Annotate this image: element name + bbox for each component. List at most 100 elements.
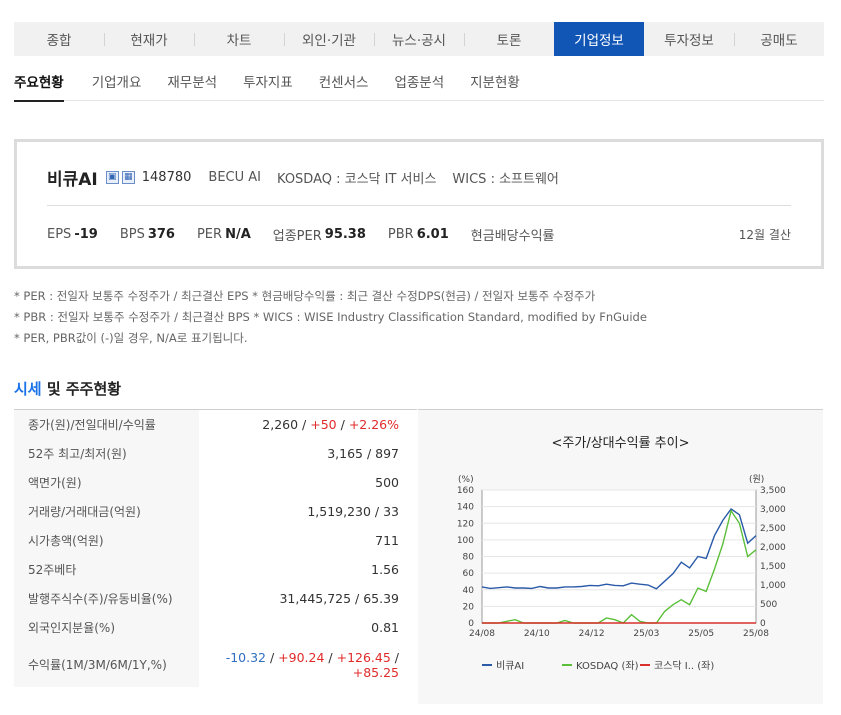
right-axis-tick-label: 3,500 bbox=[760, 486, 786, 496]
price-chart-panel: <주가/상대수익률 추이> 0 20 40 60 80 100 120 140 160 0 500 1… bbox=[418, 409, 823, 704]
tab-news-disclosure[interactable]: 뉴스·공시 bbox=[374, 22, 464, 56]
right-axis-tick-label: 1,000 bbox=[760, 581, 786, 591]
row-value: 1.56 bbox=[371, 562, 399, 577]
row-label: 발행주식수(주)/유동비율(%) bbox=[14, 584, 199, 613]
row-label: 수익률(1M/3M/6M/1Y,%) bbox=[14, 642, 199, 687]
tab-company-info[interactable]: 기업정보 bbox=[554, 22, 644, 56]
left-axis-tick-label: 160 bbox=[457, 486, 474, 496]
x-axis-tick-label: 25/03 bbox=[633, 629, 659, 639]
row-label: 거래량/거래대금(억원) bbox=[14, 497, 199, 526]
company-english-name: BECU AI bbox=[208, 169, 261, 185]
row-value: 2,260 / +50 / +2.26% bbox=[199, 417, 417, 432]
x-axis-tick-label: 24/12 bbox=[579, 629, 605, 639]
left-axis-tick-label: 60 bbox=[463, 569, 475, 579]
table-row: 시가총액(억원) 711 bbox=[14, 526, 417, 555]
bps-label: BPS bbox=[119, 226, 145, 242]
legend-label: 비큐AI bbox=[496, 660, 524, 672]
row-value: 500 bbox=[375, 475, 399, 490]
row-value: 3,165 / 897 bbox=[327, 446, 399, 461]
right-axis-tick-label: 2,000 bbox=[760, 543, 786, 553]
section-title-rest: 및 주주현황 bbox=[41, 380, 122, 398]
left-axis-tick-label: 40 bbox=[463, 586, 475, 596]
market-classification: KOSDAQ : 코스닥 IT 서비스 bbox=[277, 171, 437, 187]
row-label: 52주 최고/최저(원) bbox=[14, 439, 199, 468]
left-axis-tick-label: 120 bbox=[457, 519, 474, 529]
eps-label: EPS bbox=[47, 226, 72, 242]
table-row: 액면가(원) 500 bbox=[14, 468, 417, 497]
tab-short-selling[interactable]: 공매도 bbox=[734, 22, 824, 56]
price-stats-table: 종가(원)/전일대비/수익률 2,260 / +50 / +2.26% 52주 … bbox=[14, 409, 417, 687]
row-label: 액면가(원) bbox=[14, 468, 199, 497]
subtab-company-overview[interactable]: 기업개요 bbox=[79, 62, 155, 100]
bps-value: 376 bbox=[147, 226, 175, 242]
right-axis-tick-label: 2,500 bbox=[760, 524, 786, 534]
sector-per-label: 업종PER bbox=[272, 228, 322, 244]
company-summary-box: 비큐AI ▣ ▦ 148780 BECU AI KOSDAQ : 코스닥 IT … bbox=[14, 139, 824, 269]
subtab-investment-indicators[interactable]: 투자지표 bbox=[230, 62, 306, 100]
sector-per-value: 95.38 bbox=[324, 226, 366, 242]
subtab-industry-analysis[interactable]: 업종분석 bbox=[381, 62, 457, 100]
footnote-line: * PER, PBR값이 (-)일 경우, N/A로 표기됩니다. bbox=[14, 331, 248, 345]
table-row: 52주베타 1.56 bbox=[14, 555, 417, 584]
separator: / bbox=[324, 649, 337, 665]
x-axis-tick-label: 24/08 bbox=[469, 629, 495, 639]
section-title-highlight: 시세 bbox=[14, 380, 42, 398]
right-axis-tick-label: 500 bbox=[760, 600, 777, 610]
table-row: 종가(원)/전일대비/수익률 2,260 / +50 / +2.26% bbox=[14, 410, 417, 439]
return-6m: +126.45 bbox=[336, 649, 391, 665]
left-axis-tick-label: 20 bbox=[463, 602, 475, 612]
tab-discussion[interactable]: 토론 bbox=[464, 22, 554, 56]
x-axis-tick-label: 25/05 bbox=[688, 629, 714, 639]
legend-label: 코스닥 I.. (좌) bbox=[654, 660, 714, 672]
row-label: 시가총액(억원) bbox=[14, 526, 199, 555]
tab-summary[interactable]: 종합 bbox=[14, 22, 104, 56]
row-value: 31,445,725 / 65.39 bbox=[279, 591, 399, 606]
separator: / bbox=[390, 649, 399, 665]
table-row: 외국인지분율(%) 0.81 bbox=[14, 613, 417, 642]
price-change: +50 bbox=[310, 417, 337, 432]
left-axis-tick-label: 140 bbox=[457, 503, 474, 513]
sub-tab-bar: 주요현황 기업개요 재무분석 투자지표 컨센서스 업종분석 지분현황 bbox=[14, 62, 824, 102]
subtab-consensus[interactable]: 컨센서스 bbox=[306, 62, 382, 100]
row-value: -10.32 / +90.24 / +126.45 / +85.25 bbox=[199, 650, 417, 680]
subtab-key-status[interactable]: 주요현황 bbox=[14, 62, 79, 102]
building-icon[interactable]: ▣ bbox=[105, 170, 119, 184]
close-price: 2,260 bbox=[262, 417, 299, 432]
price-change-pct: +2.26% bbox=[348, 417, 399, 432]
footnotes: * PER : 전일자 보통주 수정주가 / 최근결산 EPS * 현금배당수익… bbox=[14, 286, 647, 349]
right-axis-tick-label: 1,500 bbox=[760, 562, 786, 572]
table-row: 52주 최고/최저(원) 3,165 / 897 bbox=[14, 439, 417, 468]
x-axis-tick-label: 24/10 bbox=[524, 629, 550, 639]
per-value: N/A bbox=[225, 226, 251, 242]
separator: / bbox=[265, 649, 279, 665]
tab-current-price[interactable]: 현재가 bbox=[104, 22, 194, 56]
return-1m: -10.32 bbox=[225, 649, 266, 665]
fiscal-month: 12월 결산 bbox=[738, 227, 791, 242]
footnote-line: * PBR : 전일자 보통주 수정주가 / 최근결산 BPS * WICS :… bbox=[14, 310, 647, 324]
right-axis-unit: (원) bbox=[749, 474, 764, 485]
left-axis-unit: (%) bbox=[458, 475, 474, 485]
separator: / bbox=[298, 417, 311, 432]
table-row: 발행주식수(주)/유동비율(%) 31,445,725 / 65.39 bbox=[14, 584, 417, 613]
wics-classification: WICS : 소프트웨어 bbox=[452, 171, 559, 187]
section-title: 시세 및 주주현황 bbox=[14, 378, 121, 399]
pbr-value: 6.01 bbox=[416, 226, 449, 242]
subtab-shareholding[interactable]: 지분현황 bbox=[457, 62, 533, 100]
row-value: 711 bbox=[375, 533, 399, 548]
tab-chart[interactable]: 차트 bbox=[194, 22, 284, 56]
per-label: PER bbox=[196, 226, 223, 242]
company-header-row: 비큐AI ▣ ▦ 148780 BECU AI KOSDAQ : 코스닥 IT … bbox=[47, 166, 791, 190]
tab-investment-info[interactable]: 투자정보 bbox=[644, 22, 734, 56]
subtab-financial-analysis[interactable]: 재무분석 bbox=[154, 62, 230, 100]
return-3m: +90.24 bbox=[278, 649, 325, 665]
divider bbox=[47, 205, 791, 206]
footnote-line: * PER : 전일자 보통주 수정주가 / 최근결산 EPS * 현금배당수익… bbox=[14, 289, 596, 303]
row-value: 0.81 bbox=[371, 620, 399, 635]
top-tab-bar: 종합 현재가 차트 외인·기관 뉴스·공시 토론 기업정보 투자정보 공매도 bbox=[14, 22, 824, 56]
left-axis-tick-label: 0 bbox=[468, 619, 474, 629]
stock-code: 148780 bbox=[141, 169, 192, 185]
row-value: 1,519,230 / 33 bbox=[307, 504, 399, 519]
eps-value: -19 bbox=[74, 226, 98, 242]
tab-foreign-institution[interactable]: 외인·기관 bbox=[284, 22, 374, 56]
chart-doc-icon[interactable]: ▦ bbox=[121, 170, 135, 184]
